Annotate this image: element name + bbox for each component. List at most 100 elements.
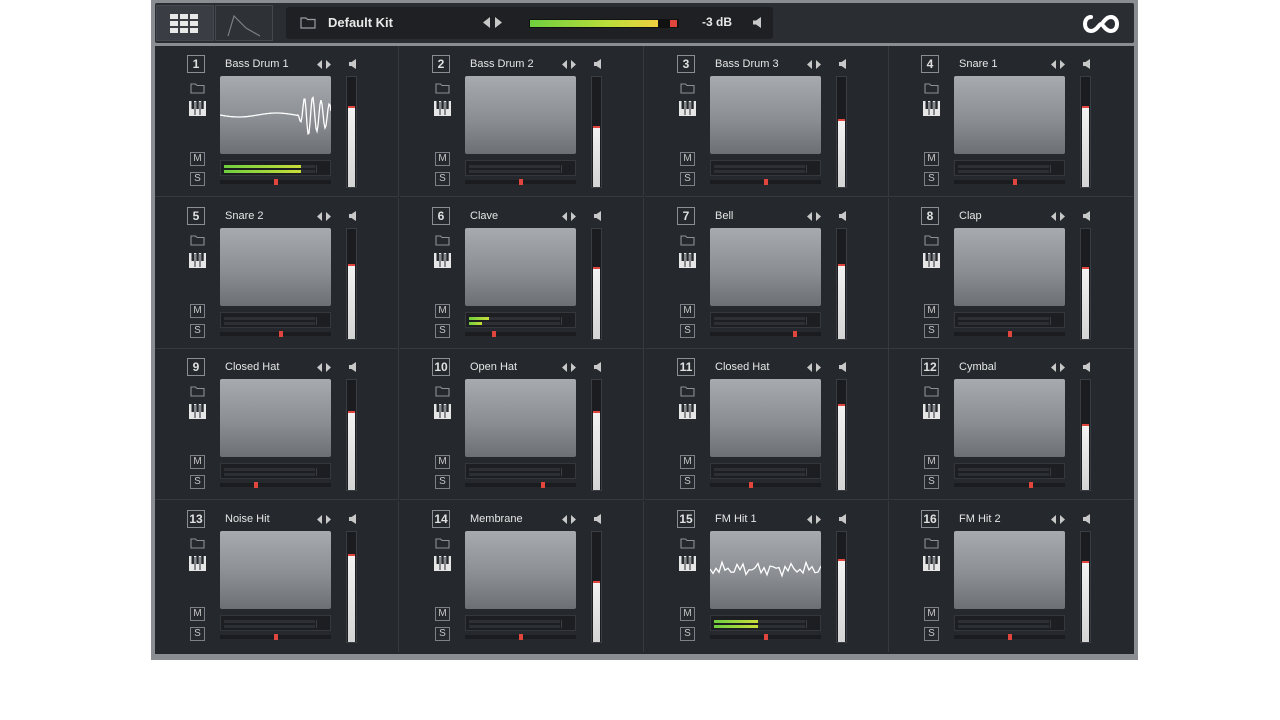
piano-keys-icon[interactable] <box>189 404 206 419</box>
pad-instrument-name[interactable]: Clap <box>959 210 982 222</box>
volume-fader-handle[interactable] <box>1082 561 1089 563</box>
mute-button[interactable]: M <box>924 304 939 318</box>
piano-keys-icon[interactable] <box>679 556 696 571</box>
pan-slider[interactable] <box>220 179 331 185</box>
pan-slider[interactable] <box>465 179 576 185</box>
sample-waveform-display[interactable] <box>954 228 1065 306</box>
pan-slider-handle[interactable] <box>1008 331 1012 337</box>
volume-fader[interactable] <box>836 228 847 340</box>
volume-fader[interactable] <box>591 76 602 188</box>
drum-pad[interactable]: 11 Closed Hat M S <box>645 349 889 500</box>
pad-instrument-name[interactable]: FM Hit 1 <box>715 513 757 525</box>
drum-pad[interactable]: 14 Membrane M S <box>400 501 644 652</box>
volume-fader-handle[interactable] <box>838 404 845 406</box>
sample-waveform-display[interactable] <box>220 228 331 306</box>
folder-icon[interactable] <box>300 16 316 29</box>
drum-pad[interactable]: 6 Clave M S <box>400 198 644 349</box>
mute-button[interactable]: M <box>680 304 695 318</box>
volume-fader[interactable] <box>591 531 602 643</box>
pan-slider[interactable] <box>954 482 1065 488</box>
prev-next-sample-arrows-icon[interactable] <box>1050 59 1066 70</box>
pan-slider-handle[interactable] <box>274 634 278 640</box>
pan-slider[interactable] <box>220 634 331 640</box>
drum-pad[interactable]: 3 Bass Drum 3 M S <box>645 46 889 197</box>
piano-keys-icon[interactable] <box>923 556 940 571</box>
prev-next-sample-arrows-icon[interactable] <box>316 514 332 525</box>
pan-slider-handle[interactable] <box>1029 482 1033 488</box>
mute-button[interactable]: M <box>680 152 695 166</box>
mute-button[interactable]: M <box>435 455 450 469</box>
piano-keys-icon[interactable] <box>679 404 696 419</box>
pan-slider[interactable] <box>710 482 821 488</box>
mute-button[interactable]: M <box>435 304 450 318</box>
sample-waveform-display[interactable] <box>710 379 821 457</box>
prev-next-sample-arrows-icon[interactable] <box>561 514 577 525</box>
solo-button[interactable]: S <box>924 627 939 641</box>
drum-pad[interactable]: 7 Bell M S <box>645 198 889 349</box>
drum-pad[interactable]: 15 FM Hit 1 M S <box>645 501 889 652</box>
sample-waveform-display[interactable] <box>465 379 576 457</box>
mute-button[interactable]: M <box>190 152 205 166</box>
pan-slider[interactable] <box>710 179 821 185</box>
solo-button[interactable]: S <box>435 475 450 489</box>
volume-fader-handle[interactable] <box>348 106 355 108</box>
prev-next-kit-arrows-icon[interactable] <box>482 16 504 29</box>
mute-button[interactable]: M <box>680 455 695 469</box>
pan-slider-handle[interactable] <box>749 482 753 488</box>
volume-fader[interactable] <box>1080 531 1091 643</box>
pad-instrument-name[interactable]: Bass Drum 1 <box>225 58 289 70</box>
pad-instrument-name[interactable]: Noise Hit <box>225 513 270 525</box>
prev-next-sample-arrows-icon[interactable] <box>806 59 822 70</box>
pan-slider[interactable] <box>465 634 576 640</box>
pad-instrument-name[interactable]: Open Hat <box>470 361 517 373</box>
mute-button[interactable]: M <box>190 455 205 469</box>
volume-fader-handle[interactable] <box>348 264 355 266</box>
solo-button[interactable]: S <box>435 172 450 186</box>
sample-waveform-display[interactable] <box>710 531 821 609</box>
solo-button[interactable]: S <box>680 324 695 338</box>
solo-button[interactable]: S <box>190 627 205 641</box>
folder-icon[interactable] <box>190 234 205 246</box>
folder-icon[interactable] <box>190 385 205 397</box>
solo-button[interactable]: S <box>435 324 450 338</box>
pan-slider-handle[interactable] <box>274 179 278 185</box>
volume-fader-handle[interactable] <box>348 411 355 413</box>
envelope-view-button[interactable] <box>215 5 273 41</box>
pan-slider[interactable] <box>954 331 1065 337</box>
volume-fader[interactable] <box>1080 228 1091 340</box>
folder-icon[interactable] <box>435 82 450 94</box>
speaker-icon[interactable] <box>1082 210 1093 222</box>
prev-next-sample-arrows-icon[interactable] <box>806 514 822 525</box>
pad-instrument-name[interactable]: Bell <box>715 210 733 222</box>
prev-next-sample-arrows-icon[interactable] <box>561 211 577 222</box>
speaker-icon[interactable] <box>1082 513 1093 525</box>
folder-icon[interactable] <box>924 82 939 94</box>
pan-slider-handle[interactable] <box>279 331 283 337</box>
volume-fader-handle[interactable] <box>1082 106 1089 108</box>
pan-slider-handle[interactable] <box>519 634 523 640</box>
drum-pad[interactable]: 5 Snare 2 M S <box>155 198 399 349</box>
pan-slider[interactable] <box>710 634 821 640</box>
pan-slider[interactable] <box>220 331 331 337</box>
prev-next-sample-arrows-icon[interactable] <box>561 59 577 70</box>
folder-icon[interactable] <box>680 385 695 397</box>
kit-selector[interactable]: Default Kit -3 dB <box>286 7 773 39</box>
sample-waveform-display[interactable] <box>465 76 576 154</box>
prev-next-sample-arrows-icon[interactable] <box>806 362 822 373</box>
piano-keys-icon[interactable] <box>923 253 940 268</box>
mute-button[interactable]: M <box>680 607 695 621</box>
sample-waveform-display[interactable] <box>710 228 821 306</box>
pan-slider-handle[interactable] <box>492 331 496 337</box>
volume-fader[interactable] <box>591 379 602 491</box>
solo-button[interactable]: S <box>680 475 695 489</box>
drum-pad[interactable]: 9 Closed Hat M S <box>155 349 399 500</box>
sample-waveform-display[interactable] <box>465 531 576 609</box>
speaker-icon[interactable] <box>838 210 849 222</box>
piano-keys-icon[interactable] <box>189 101 206 116</box>
folder-icon[interactable] <box>680 234 695 246</box>
pad-instrument-name[interactable]: Bass Drum 3 <box>715 58 779 70</box>
folder-icon[interactable] <box>680 82 695 94</box>
mute-button[interactable]: M <box>435 152 450 166</box>
piano-keys-icon[interactable] <box>189 253 206 268</box>
folder-icon[interactable] <box>924 537 939 549</box>
